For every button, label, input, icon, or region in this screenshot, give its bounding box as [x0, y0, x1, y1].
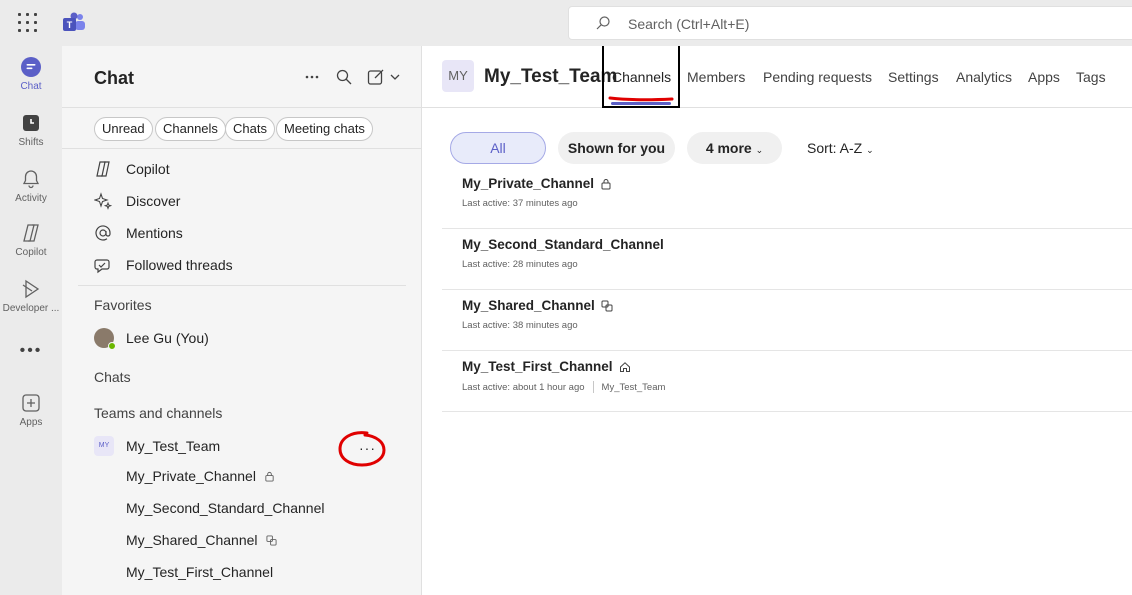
filter-chats[interactable]: Chats [225, 117, 275, 141]
channel-name: My_Test_First_Channel [462, 359, 631, 374]
chat-panel: Chat Unread Channels Chats Meeting chats… [62, 46, 422, 595]
sparkle-icon [94, 192, 112, 210]
shifts-icon [23, 115, 39, 131]
chat-filters: Unread Channels Chats Meeting chats [62, 107, 422, 149]
team-avatar: MY [442, 60, 474, 92]
sidebar-channel-test-first[interactable]: My_Test_First_Channel [126, 564, 273, 580]
avatar [94, 328, 116, 350]
filter-shown-for-you[interactable]: Shown for you [558, 132, 675, 164]
tab-tags[interactable]: Tags [1076, 69, 1106, 85]
channel-row[interactable]: My_Second_Standard_Channel Last active: … [442, 229, 1132, 290]
search-box[interactable]: Search (Ctrl+Alt+E) [568, 6, 1132, 40]
more-apps-icon: ••• [19, 342, 43, 359]
chat-panel-title: Chat [94, 68, 134, 88]
filter-channels[interactable]: Channels [155, 117, 226, 141]
channel-row[interactable]: My_Shared_Channel Last active: 38 minute… [442, 290, 1132, 351]
tab-pending-requests[interactable]: Pending requests [763, 69, 872, 85]
sidebar-channel-private[interactable]: My_Private_Channel [126, 468, 275, 484]
shared-icon [601, 300, 613, 311]
sort-dropdown[interactable]: Sort: A-Z ⌄ [807, 132, 874, 166]
search-icon [596, 16, 610, 30]
team-title: My_Test_Team [484, 66, 618, 87]
sidebar-channel-shared[interactable]: My_Shared_Channel [126, 532, 277, 548]
lock-icon [601, 178, 611, 189]
tab-members[interactable]: Members [687, 69, 745, 85]
team-avatar: MY [94, 436, 114, 456]
developer-portal-icon [22, 279, 40, 299]
channel-last-active: Last active: 38 minutes ago [462, 320, 578, 331]
favorites-label: Favorites [94, 297, 152, 313]
nav-copilot[interactable]: Copilot [94, 159, 170, 179]
bell-icon [22, 170, 40, 189]
rail-shifts[interactable]: Shifts [0, 112, 62, 148]
tab-settings[interactable]: Settings [888, 69, 939, 85]
top-bar: T Search (Ctrl+Alt+E) [0, 0, 1132, 46]
chats-label: Chats [94, 369, 131, 385]
rail-copilot[interactable]: Copilot [0, 222, 62, 258]
filter-all[interactable]: All [450, 132, 546, 164]
svg-text:T: T [67, 20, 73, 30]
channel-last-active: Last active: 28 minutes ago [462, 259, 578, 270]
search-icon[interactable] [335, 68, 353, 86]
channel-team-name: My_Test_Team [601, 381, 666, 393]
at-icon [95, 225, 111, 241]
shared-icon [265, 534, 277, 546]
tab-apps[interactable]: Apps [1028, 69, 1060, 85]
search-placeholder: Search (Ctrl+Alt+E) [628, 16, 750, 32]
app-launcher-icon[interactable] [18, 13, 38, 33]
teams-logo-icon: T [63, 12, 85, 31]
nav-discover[interactable]: Discover [94, 191, 180, 211]
channel-last-active: Last active: 37 minutes ago [462, 198, 578, 209]
add-apps-icon [22, 394, 40, 412]
sidebar-channel-second-standard[interactable]: My_Second_Standard_Channel [126, 500, 324, 516]
divider [592, 381, 594, 393]
channel-last-active: Last active: about 1 hour ago My_Test_Te… [462, 381, 666, 393]
rail-chat[interactable]: Chat [0, 56, 62, 92]
channel-name: My_Second_Standard_Channel [462, 237, 664, 252]
app-rail: Chat Shifts Activity Copilot Developer .… [0, 46, 62, 595]
rail-apps[interactable]: Apps [0, 392, 62, 428]
channel-row[interactable]: My_Test_First_Channel Last active: about… [442, 351, 1132, 412]
tab-analytics[interactable]: Analytics [956, 69, 1012, 85]
status-available-icon [108, 342, 116, 350]
filter-unread[interactable]: Unread [94, 117, 153, 141]
chevron-down-icon: ⌄ [866, 145, 874, 155]
active-tab-indicator [611, 102, 671, 105]
more-options-icon[interactable] [303, 68, 321, 86]
chat-icon [21, 57, 41, 77]
main-content: MY My_Test_Team Channels Members Pending… [422, 46, 1132, 595]
followed-threads-icon [94, 259, 110, 274]
filter-more[interactable]: 4 more ⌄ [687, 132, 782, 164]
copilot-icon [23, 224, 39, 242]
channel-name: My_Private_Channel [462, 176, 612, 191]
teams-and-channels-label: Teams and channels [94, 405, 223, 421]
team-item[interactable]: MY My_Test_Team [94, 436, 220, 456]
favorite-user-item[interactable]: Lee Gu (You) [94, 328, 209, 350]
divider [78, 285, 406, 286]
annotation-circle [338, 431, 386, 467]
chevron-down-icon: ⌄ [755, 145, 764, 155]
rail-developer-portal[interactable]: Developer ... [0, 278, 62, 314]
nav-mentions[interactable]: Mentions [94, 223, 183, 243]
rail-activity[interactable]: Activity [0, 168, 62, 204]
rail-more-apps[interactable]: ••• [0, 342, 62, 360]
copilot-icon [96, 161, 110, 177]
channel-row[interactable]: My_Private_Channel Last active: 37 minut… [442, 168, 1132, 229]
lock-icon [265, 471, 274, 482]
new-chat-icon[interactable] [367, 68, 403, 86]
channel-name: My_Shared_Channel [462, 298, 613, 313]
nav-followed-threads[interactable]: Followed threads [94, 255, 233, 275]
annotation-underline [608, 96, 674, 102]
home-icon [619, 361, 630, 372]
team-header: MY My_Test_Team Channels Members Pending… [422, 46, 1132, 108]
filter-meeting-chats[interactable]: Meeting chats [276, 117, 373, 141]
